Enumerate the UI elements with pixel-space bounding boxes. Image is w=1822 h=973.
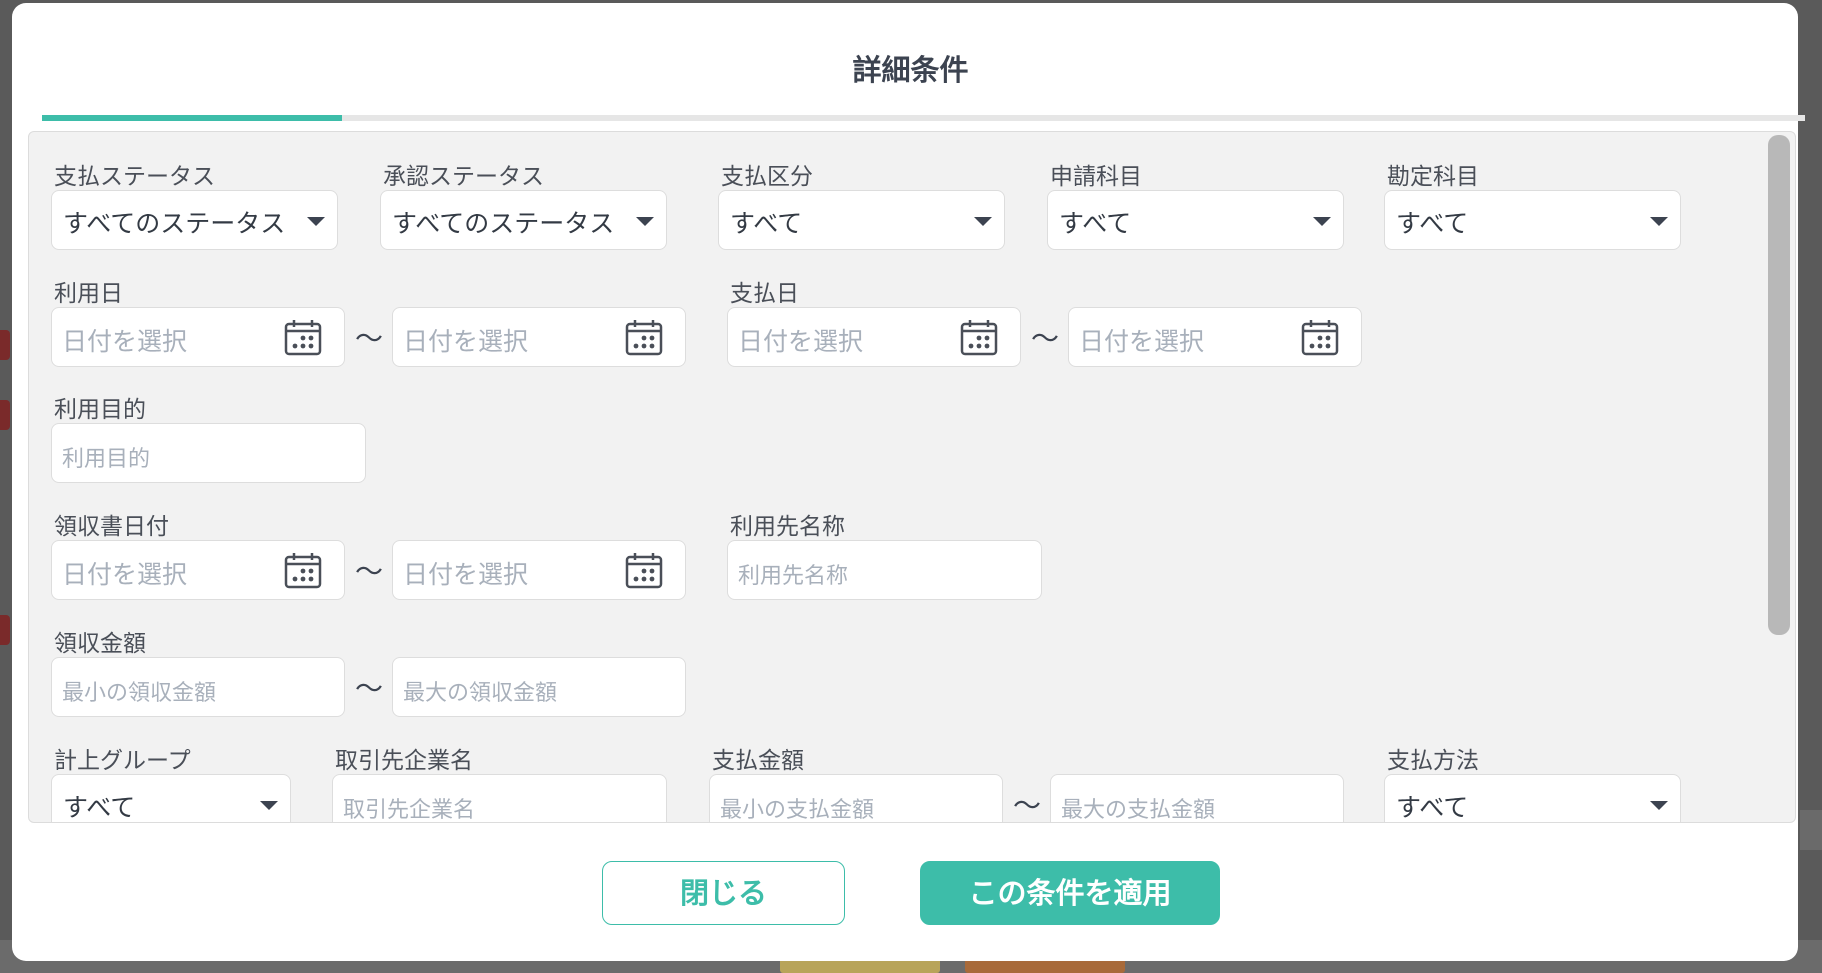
progress-bar-fill [42,115,342,121]
receipt-amount-min-placeholder: 最小の領収金額 [62,681,217,706]
progress-bar [42,115,1805,121]
approval-status-value: すべてのステータス [392,209,615,238]
calendar-icon[interactable] [284,552,322,589]
background-edge [1800,810,1822,850]
usage-date-to-placeholder: 日付を選択 [403,327,529,356]
modal-title: 詳細条件 [852,53,969,87]
payment-amount-min-placeholder: 最小の支払金額 [720,798,875,823]
background-marker [0,615,10,645]
account-item-value: すべて [1396,209,1469,238]
payment-amount-min-input[interactable]: 最小の支払金額 [709,774,1003,823]
caret-down-icon [636,217,654,226]
account-item-label: 勘定科目 [1387,164,1479,190]
partner-company-input[interactable]: 取引先企業名 [332,774,667,823]
receipt-amount-min-input[interactable]: 最小の領収金額 [51,657,345,717]
caret-down-icon [260,801,278,810]
partner-company-placeholder: 取引先企業名 [343,798,476,823]
close-button[interactable]: 閉じる [602,861,845,925]
panel-scrollbar[interactable] [1768,135,1790,635]
payment-amount-max-placeholder: 最大の支払金額 [1061,798,1216,823]
receipt-amount-label: 領収金額 [54,631,146,657]
usage-date-label: 利用日 [54,281,123,307]
account-item-select[interactable]: すべて [1384,190,1681,250]
background-marker [0,330,10,360]
range-separator: ～ [1031,322,1060,355]
payment-category-label: 支払区分 [721,164,813,190]
application-item-select[interactable]: すべて [1047,190,1344,250]
payment-date-to-input[interactable]: 日付を選択 [1068,307,1362,367]
receipt-amount-max-placeholder: 最大の領収金額 [403,681,558,706]
payment-status-label: 支払ステータス [54,164,215,190]
payment-date-label: 支払日 [730,281,799,307]
filter-panel: 支払ステータス すべてのステータス 承認ステータス すべてのステータス 支払区分… [28,131,1796,823]
calendar-icon[interactable] [960,319,998,356]
caret-down-icon [1650,801,1668,810]
usage-date-to-input[interactable]: 日付を選択 [392,307,686,367]
payment-amount-label: 支払金額 [712,748,804,774]
usage-purpose-label: 利用目的 [54,397,146,423]
application-item-label: 申請科目 [1050,164,1142,190]
payment-method-label: 支払方法 [1387,748,1479,774]
partner-company-label: 取引先企業名 [335,748,473,774]
calendar-icon[interactable] [625,552,663,589]
caret-down-icon [1313,217,1331,226]
payment-status-select[interactable]: すべてのステータス [51,190,338,250]
receipt-date-label: 領収書日付 [54,514,169,540]
approval-status-label: 承認ステータス [383,164,544,190]
booking-group-label: 計上グループ [54,748,191,774]
receipt-date-from-input[interactable]: 日付を選択 [51,540,345,600]
apply-conditions-button[interactable]: この条件を適用 [920,861,1220,925]
usage-purpose-input[interactable]: 利用目的 [51,423,366,483]
usage-date-from-placeholder: 日付を選択 [62,327,188,356]
approval-status-select[interactable]: すべてのステータス [380,190,667,250]
calendar-icon[interactable] [1301,319,1339,356]
usage-purpose-placeholder: 利用目的 [62,447,151,472]
payment-amount-max-input[interactable]: 最大の支払金額 [1050,774,1344,823]
vendor-name-label: 利用先名称 [730,514,845,540]
range-separator: ～ [355,672,384,705]
usage-date-from-input[interactable]: 日付を選択 [51,307,345,367]
calendar-icon[interactable] [284,319,322,356]
vendor-name-placeholder: 利用先名称 [738,564,849,589]
vendor-name-input[interactable]: 利用先名称 [727,540,1042,600]
receipt-date-to-placeholder: 日付を選択 [403,560,529,589]
booking-group-select[interactable]: すべて [51,774,291,822]
booking-group-value: すべて [63,793,136,822]
receipt-amount-max-input[interactable]: 最大の領収金額 [392,657,686,717]
payment-status-value: すべてのステータス [63,209,286,238]
receipt-date-to-input[interactable]: 日付を選択 [392,540,686,600]
background-marker [0,400,10,430]
caret-down-icon [307,217,325,226]
payment-date-from-input[interactable]: 日付を選択 [727,307,1021,367]
payment-date-from-placeholder: 日付を選択 [738,327,864,356]
payment-date-to-placeholder: 日付を選択 [1079,327,1205,356]
range-separator: ～ [355,555,384,588]
range-separator: ～ [1013,789,1042,822]
payment-method-select[interactable]: すべて [1384,774,1681,822]
range-separator: ～ [355,322,384,355]
payment-method-value: すべて [1396,793,1469,822]
payment-category-select[interactable]: すべて [718,190,1005,250]
caret-down-icon [974,217,992,226]
payment-category-value: すべて [730,209,803,238]
application-item-value: すべて [1059,209,1132,238]
calendar-icon[interactable] [625,319,663,356]
caret-down-icon [1650,217,1668,226]
receipt-date-from-placeholder: 日付を選択 [62,560,188,589]
